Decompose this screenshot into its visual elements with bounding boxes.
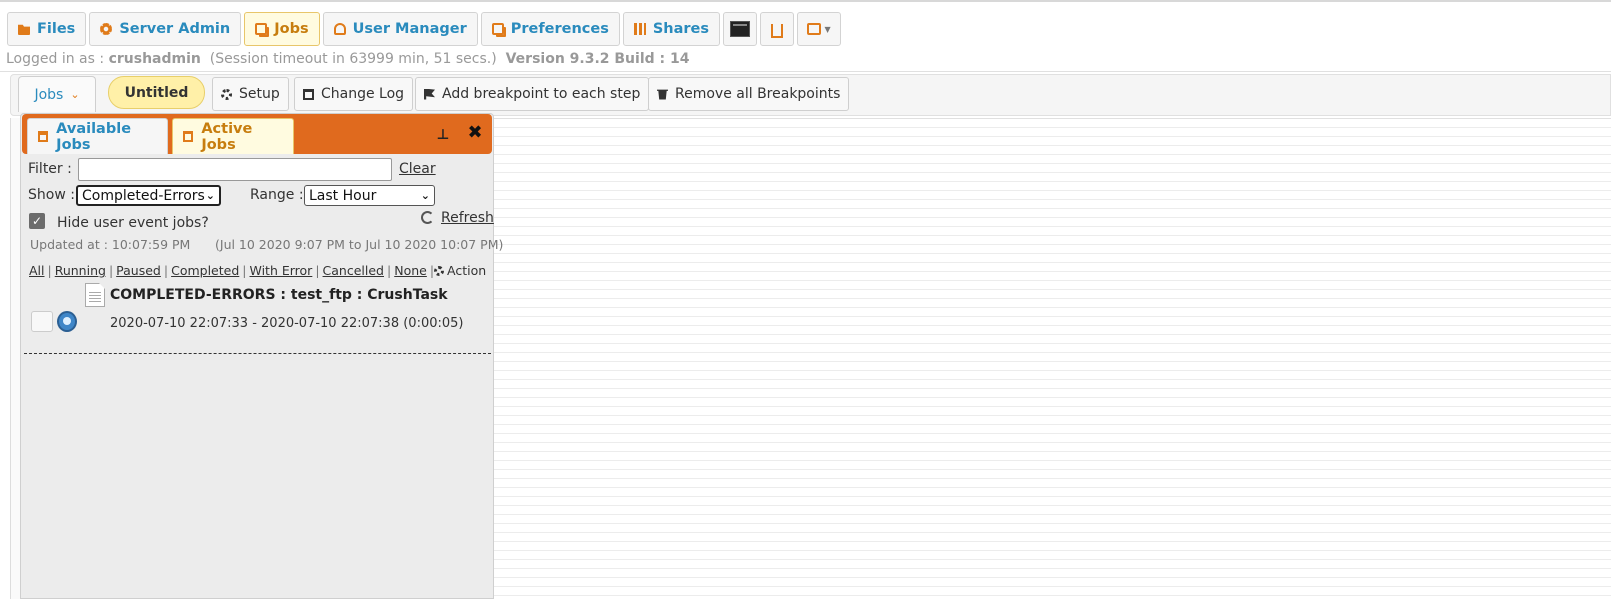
action-label: Action — [447, 263, 487, 278]
close-icon[interactable]: ✖ — [467, 124, 483, 142]
version-info: Version 9.3.2 Build : 14 — [505, 51, 690, 67]
setup-label: Setup — [239, 86, 280, 102]
show-label: Show : — [28, 187, 75, 203]
image-icon — [807, 23, 822, 35]
username: crushadmin — [108, 51, 201, 67]
terminal-button[interactable] — [723, 12, 758, 46]
folder-icon — [18, 24, 30, 35]
session-info: Logged in as : crushadmin (Session timeo… — [6, 51, 689, 67]
caret-down-icon: ▼ — [824, 24, 831, 34]
image-menu-button[interactable]: ▼ — [797, 12, 842, 46]
jobs-icon — [255, 23, 268, 35]
filter-running-link[interactable]: Running — [55, 263, 106, 278]
main-nav: Files Server Admin Jobs User Manager Pre… — [7, 12, 842, 46]
jobs-dropdown[interactable]: Jobs ⌄ — [18, 76, 96, 112]
filter-all-link[interactable]: All — [29, 263, 45, 278]
top-border — [0, 0, 1611, 3]
remove-breakpoints-label: Remove all Breakpoints — [675, 86, 841, 102]
job-name-pill[interactable]: Untitled — [108, 76, 205, 109]
document-icon — [85, 283, 105, 307]
remove-breakpoints-button[interactable]: Remove all Breakpoints — [648, 77, 850, 111]
job-canvas[interactable] — [493, 118, 1611, 599]
save-icon — [38, 131, 49, 142]
range-label: Range : — [250, 187, 304, 203]
gear-icon — [221, 88, 232, 100]
filter-input[interactable] — [78, 158, 392, 181]
nav-jobs-label: Jobs — [274, 21, 309, 37]
logged-in-prefix: Logged in as : — [6, 51, 105, 67]
terminal-icon — [730, 21, 751, 37]
job-times: 2020-07-10 22:07:33 - 2020-07-10 22:07:3… — [110, 316, 464, 331]
job-title[interactable]: COMPLETED-ERRORS : test_ftp : CrushTask — [110, 287, 448, 303]
nav-user-manager-button[interactable]: User Manager — [322, 12, 478, 46]
session-timeout: (Session timeout in 63999 min, 51 secs.) — [209, 51, 497, 67]
gear-icon — [434, 265, 444, 276]
nav-server-admin-label: Server Admin — [119, 21, 231, 37]
tab-active-jobs[interactable]: Active Jobs — [172, 118, 294, 154]
job-list-divider — [24, 353, 491, 354]
unlock-icon — [771, 24, 784, 38]
filter-paused-link[interactable]: Paused — [116, 263, 161, 278]
range-select[interactable]: Last Hour ⌄ — [304, 185, 435, 206]
action-menu[interactable]: Action — [434, 263, 486, 278]
show-select[interactable]: Completed-Errors ⌄ — [76, 185, 221, 206]
change-log-label: Change Log — [321, 86, 405, 102]
pin-icon[interactable]: ⊥ — [436, 127, 450, 143]
nav-files-button[interactable]: Files — [7, 12, 87, 46]
nav-user-manager-label: User Manager — [352, 21, 467, 37]
nav-shares-button[interactable]: Shares — [622, 12, 721, 46]
updated-at: Updated at : 10:07:59 PM — [30, 237, 191, 252]
add-breakpoint-label: Add breakpoint to each step — [442, 86, 641, 102]
tab-active-jobs-label: Active Jobs — [201, 120, 253, 153]
job-select-checkbox[interactable] — [31, 311, 53, 332]
show-select-value: Completed-Errors — [82, 187, 205, 204]
filter-cancelled-link[interactable]: Cancelled — [323, 263, 384, 278]
calendar-icon — [183, 131, 194, 142]
unlock-button[interactable] — [760, 12, 795, 46]
tab-available-jobs[interactable]: Available Jobs — [27, 118, 168, 154]
chevron-down-icon: ⌄ — [205, 189, 215, 202]
chevron-down-icon: ⌄ — [420, 189, 430, 202]
header-divider — [0, 71, 1611, 72]
nav-server-admin-button[interactable]: Server Admin — [89, 12, 242, 46]
calendar-icon — [303, 88, 314, 100]
tab-available-jobs-label: Available Jobs — [56, 120, 132, 153]
refresh-link[interactable]: Refresh — [441, 210, 494, 226]
hide-user-events-checkbox[interactable]: ✓ — [29, 213, 45, 229]
change-log-button[interactable]: Change Log — [294, 77, 414, 111]
filter-completed-link[interactable]: Completed — [171, 263, 239, 278]
jobs-dropdown-label: Jobs — [34, 86, 64, 103]
clear-link[interactable]: Clear — [399, 161, 436, 177]
range-select-value: Last Hour — [309, 187, 377, 204]
nav-jobs-button[interactable]: Jobs — [244, 12, 320, 46]
add-breakpoint-button[interactable]: Add breakpoint to each step — [415, 77, 650, 111]
alarm-clock-icon — [57, 311, 77, 332]
filter-none-link[interactable]: None — [394, 263, 427, 278]
nav-preferences-button[interactable]: Preferences — [480, 12, 620, 46]
nav-shares-label: Shares — [652, 21, 710, 37]
gear-icon — [100, 23, 113, 35]
time-window: (Jul 10 2020 9:07 PM to Jul 10 2020 10:0… — [215, 237, 504, 252]
nav-preferences-label: Preferences — [510, 21, 609, 37]
filter-label: Filter : — [28, 161, 72, 177]
hide-user-events-label: Hide user event jobs? — [57, 215, 209, 231]
setup-button[interactable]: Setup — [212, 77, 289, 111]
nav-files-label: Files — [37, 21, 76, 37]
preferences-icon — [491, 23, 504, 35]
user-icon — [333, 23, 346, 35]
flag-icon — [424, 88, 435, 100]
filter-with-error-link[interactable]: With Error — [250, 263, 313, 278]
shares-icon — [633, 23, 646, 35]
chevron-down-icon: ⌄ — [70, 88, 80, 101]
refresh-icon — [421, 211, 434, 224]
trash-icon — [657, 89, 668, 100]
status-filter-links: All | Running | Paused | Completed | With Error |… — [29, 263, 435, 278]
